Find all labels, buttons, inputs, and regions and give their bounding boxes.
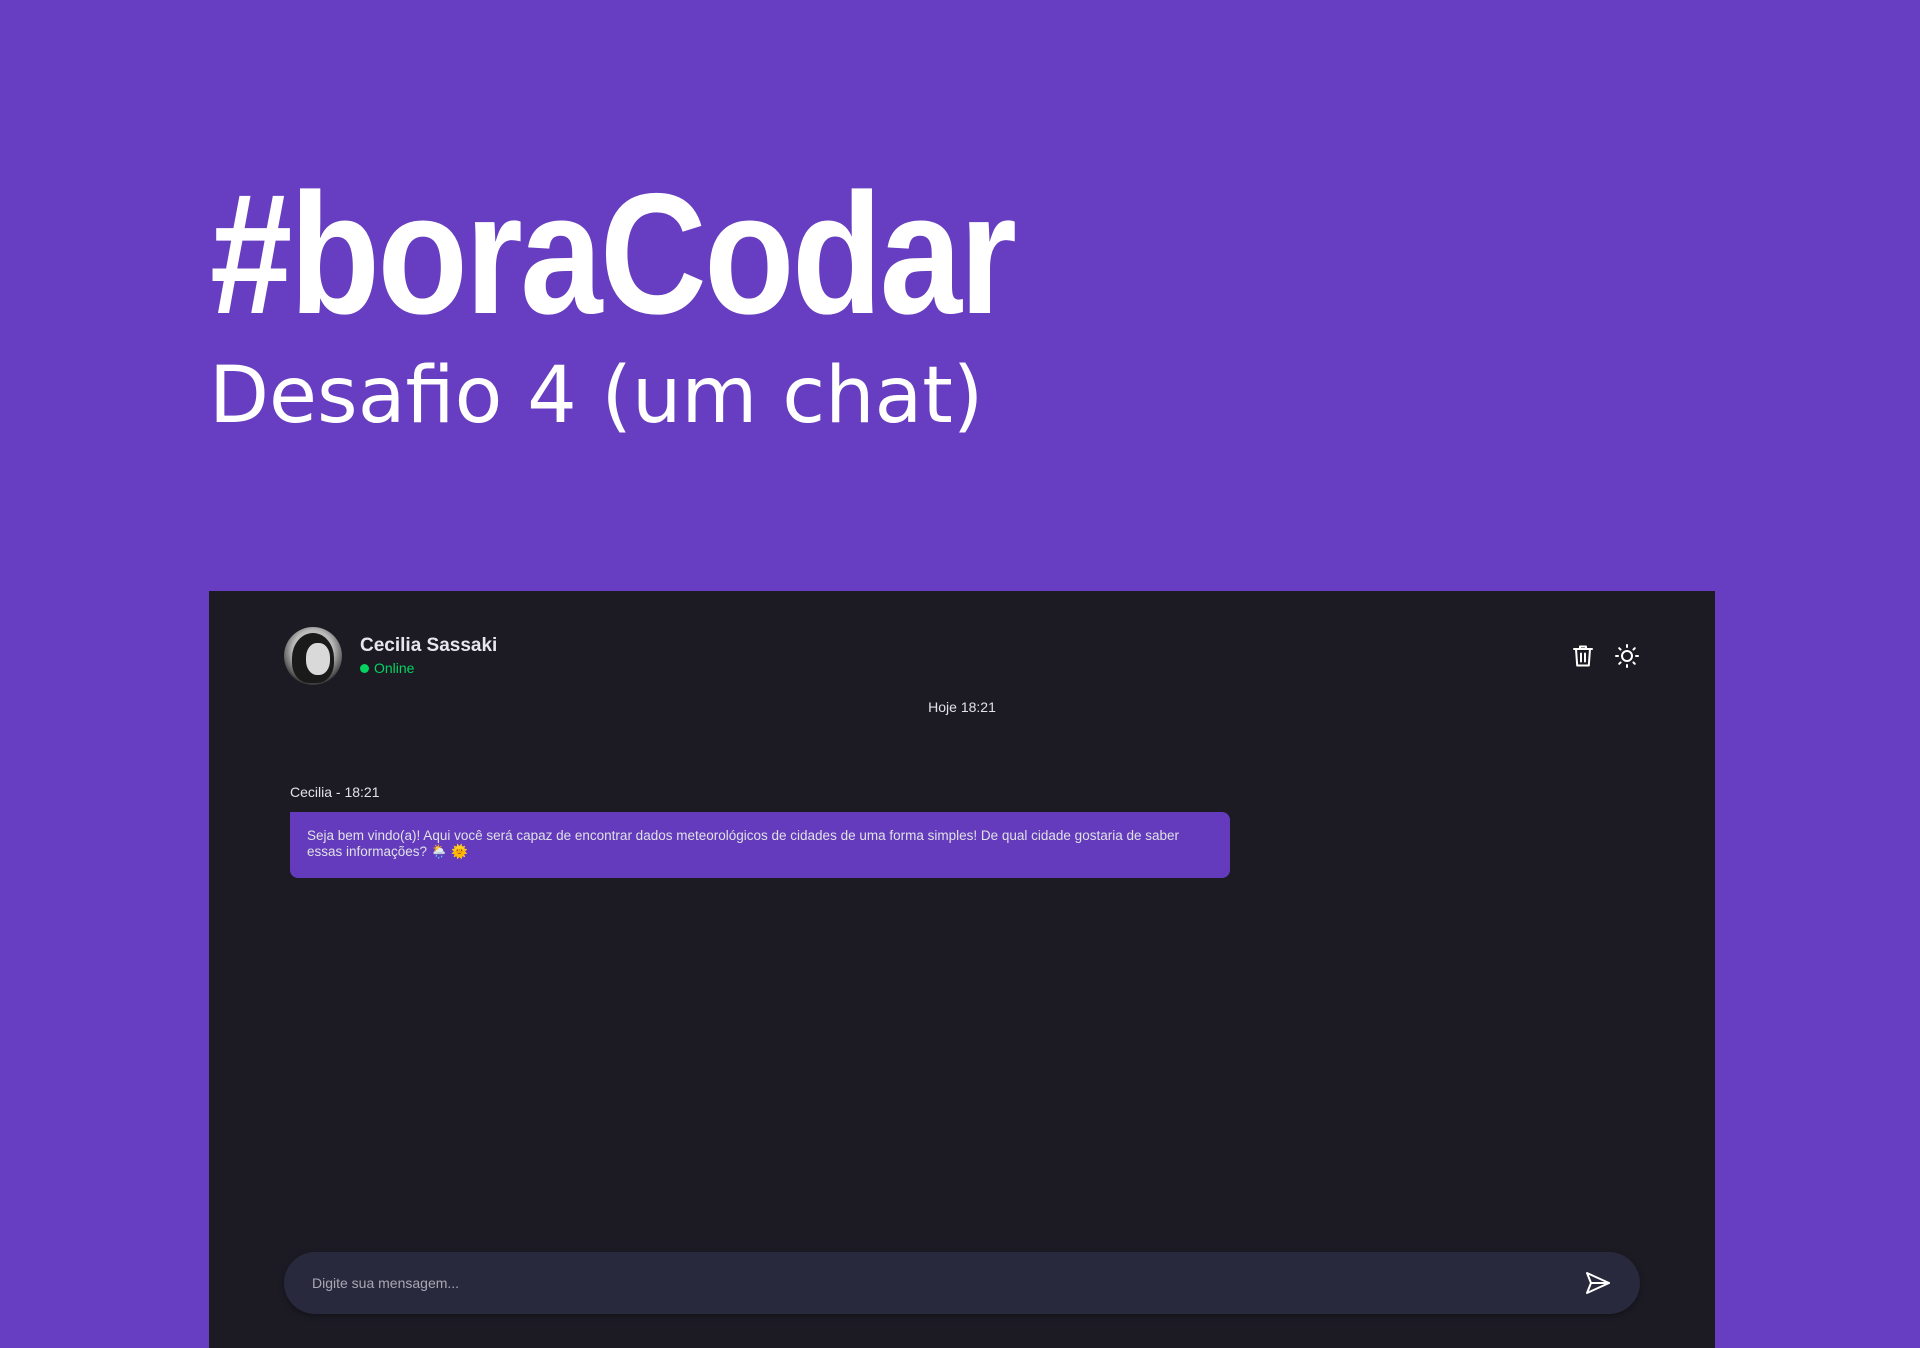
sun-icon: [1615, 644, 1639, 668]
message-bubble: Seja bem vindo(a)! Aqui você será capaz …: [290, 812, 1230, 878]
hero-title: #boraCodar: [210, 158, 1017, 350]
header-actions: [1570, 643, 1640, 669]
online-dot: [360, 663, 369, 673]
message-group: Cecilia - 18:21 Seja bem vindo(a)! Aqui …: [290, 784, 1230, 878]
chat-header: Cecilia Sassaki Online: [284, 627, 1640, 687]
hero-subtitle: Desafio 4 (um chat): [209, 351, 984, 441]
status-indicator: Online: [360, 660, 414, 676]
delete-chat-button[interactable]: [1570, 643, 1596, 669]
avatar-face: [306, 643, 330, 675]
message-composer: [284, 1252, 1640, 1314]
theme-toggle-button[interactable]: [1614, 643, 1640, 669]
status-label: Online: [374, 660, 415, 676]
contact-name: Cecilia Sassaki: [360, 635, 498, 656]
chat-window: Cecilia Sassaki Online Hoje 18:21 Cecili…: [209, 591, 1715, 1348]
trash-icon: [1573, 645, 1593, 667]
send-button[interactable]: [1584, 1269, 1612, 1297]
date-divider: Hoje 18:21: [928, 699, 996, 715]
message-meta: Cecilia - 18:21: [290, 784, 380, 800]
message-input[interactable]: [312, 1252, 1512, 1314]
avatar: [284, 627, 342, 685]
send-icon: [1586, 1272, 1610, 1294]
